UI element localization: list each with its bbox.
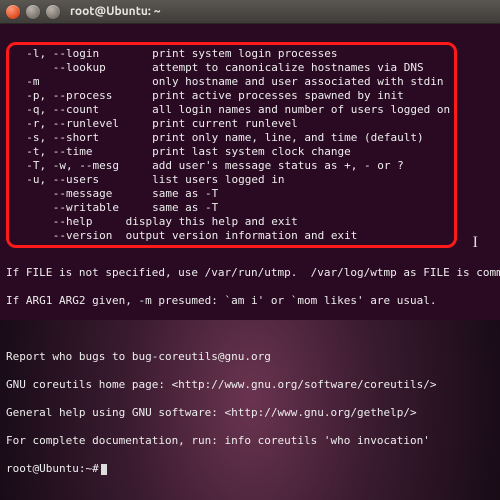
text-cursor-icon [101,464,107,475]
footer-line: Report who bugs to bug-coreutils@gnu.org [6,350,494,364]
option-row: -u, --users list users logged in [13,173,450,187]
option-row: -r, --runlevel print current runlevel [13,117,450,131]
close-icon[interactable] [6,5,20,19]
footer-line [6,322,494,336]
window-titlebar: root@Ubuntu: ~ [0,0,500,24]
footer-line: If ARG1 ARG2 given, -m presumed: `am i' … [6,294,494,308]
footer-line: GNU coreutils home page: <http://www.gnu… [6,378,494,392]
option-row: -l, --login print system login processes [13,47,450,61]
option-row: --writable same as -T [13,201,450,215]
option-row: -m only hostname and user associated wit… [13,75,450,89]
option-row: -s, --short print only name, line, and t… [13,131,450,145]
maximize-icon[interactable] [46,5,60,19]
help-footer: If FILE is not specified, use /var/run/u… [6,252,494,490]
window-title: root@Ubuntu: ~ [70,5,160,18]
option-row: -t, --time print last system clock chang… [13,145,450,159]
option-row: -p, --process print active processes spa… [13,89,450,103]
shell-prompt: root@Ubuntu:~# [6,462,494,476]
options-highlight-box: -l, --login print system login processes… [6,42,457,248]
option-row: --lookup attempt to canonicalize hostnam… [13,61,450,75]
minimize-icon[interactable] [26,5,40,19]
footer-line: For complete documentation, run: info co… [6,434,494,448]
terminal-pane[interactable]: -l, --login print system login processes… [0,24,500,320]
option-row: -q, --count all login names and number o… [13,103,450,117]
ibeam-cursor-icon: I [473,236,478,250]
footer-line: General help using GNU software: <http:/… [6,406,494,420]
option-row: --message same as -T [13,187,450,201]
option-row: --help display this help and exit [13,215,450,229]
option-row: --version output version information and… [13,229,450,243]
footer-line: If FILE is not specified, use /var/run/u… [6,266,494,280]
option-row: -T, -w, --mesg add user's message status… [13,159,450,173]
